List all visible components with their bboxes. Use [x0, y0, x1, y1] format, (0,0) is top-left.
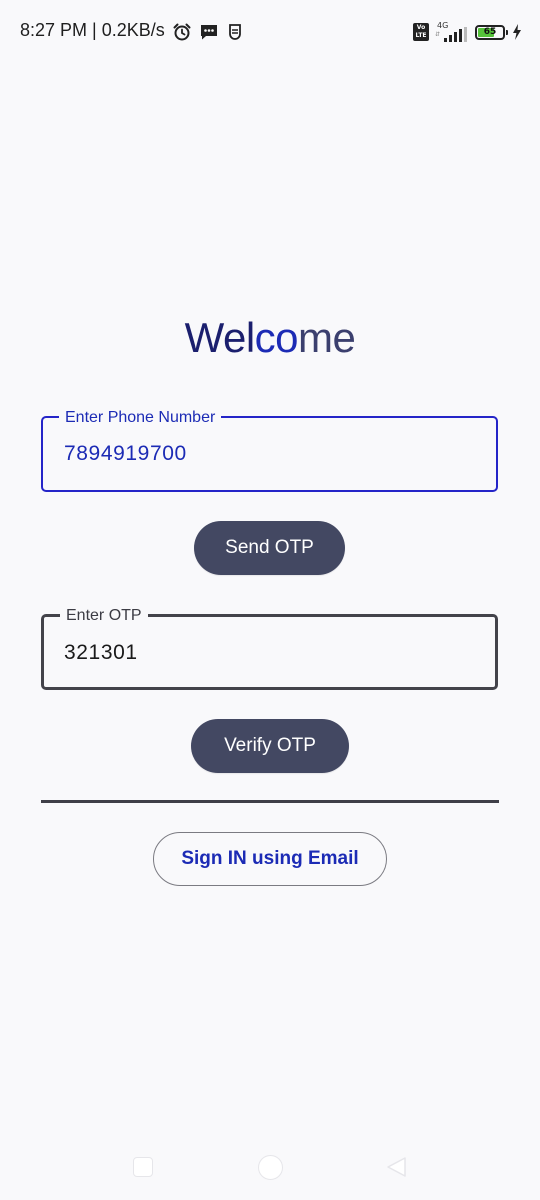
bolt-icon — [513, 24, 521, 40]
battery-level: 65 — [483, 26, 497, 37]
network-activity-icon: ⇵ — [435, 31, 441, 38]
otp-input[interactable]: 321301 — [64, 639, 138, 667]
phone-number-field[interactable]: Enter Phone Number 7894919700 — [41, 408, 498, 492]
phone-number-label: Enter Phone Number — [59, 408, 222, 428]
status-bar: 8:27 PM | 0.2KB/s Vo LTE 4G ⇵ 65 — [0, 0, 540, 64]
navigation-bar — [0, 1140, 540, 1200]
send-otp-button[interactable]: Send OTP — [194, 521, 345, 575]
otp-field[interactable]: Enter OTP 321301 — [41, 606, 498, 690]
shield-icon — [229, 24, 241, 40]
welcome-title-part-1: Wel — [184, 314, 256, 361]
phone-number-input[interactable]: 7894919700 — [64, 440, 187, 468]
otp-label: Enter OTP — [60, 606, 148, 626]
message-icon — [201, 25, 217, 40]
status-system-icons: Vo LTE 4G ⇵ 65 — [413, 20, 522, 44]
verify-otp-button[interactable]: Verify OTP — [191, 719, 349, 773]
welcome-title: Welcome — [0, 312, 540, 364]
battery-icon: 65 — [475, 24, 508, 40]
recents-icon[interactable] — [133, 1157, 153, 1177]
divider — [41, 800, 499, 803]
back-icon[interactable] — [384, 1155, 408, 1179]
volte-icon: Vo LTE — [413, 23, 429, 41]
signal-strength-icon: 4G ⇵ — [435, 21, 469, 43]
sign-in-email-button[interactable]: Sign IN using Email — [153, 832, 387, 886]
welcome-title-part-3: me — [298, 314, 356, 361]
status-notification-icons — [172, 20, 244, 44]
alarm-icon — [173, 23, 191, 41]
welcome-title-part-2: co — [254, 314, 299, 361]
home-icon[interactable] — [258, 1155, 283, 1180]
battery-tip — [506, 29, 508, 35]
status-time: 8:27 PM | 0.2KB/s — [20, 20, 165, 40]
